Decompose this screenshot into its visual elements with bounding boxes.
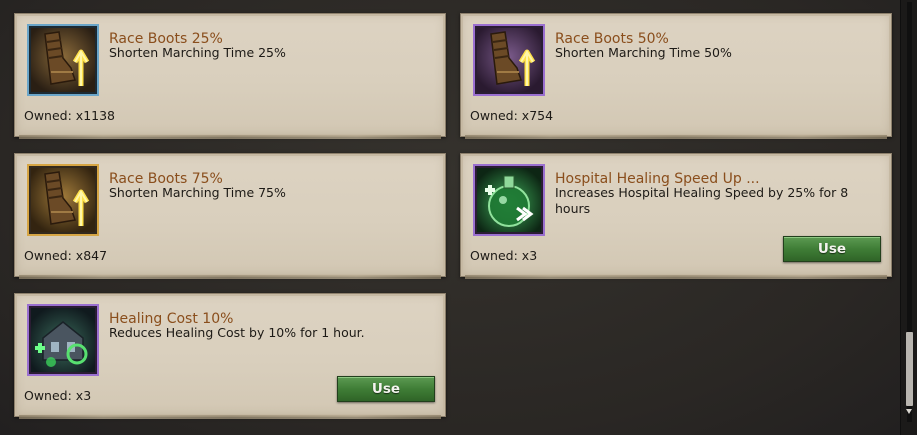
item-icon-frame	[27, 164, 99, 236]
healing-cost-hospital-icon	[31, 308, 95, 372]
item-owned-count: Owned: x3	[24, 388, 92, 403]
race-boots-icon	[31, 28, 95, 92]
scrollbar[interactable]	[900, 0, 917, 435]
use-button[interactable]: Use	[337, 376, 435, 402]
scrollbar-thumb[interactable]	[906, 332, 913, 406]
item-card-race-boots-50[interactable]: Race Boots 50% Shorten Marching Time 50%…	[460, 13, 892, 139]
item-owned-count: Owned: x3	[470, 248, 538, 263]
item-owned-count: Owned: x1138	[24, 108, 116, 123]
item-description: Increases Hospital Healing Speed by 25% …	[555, 185, 849, 216]
item-owned-count: Owned: x847	[24, 248, 108, 263]
healing-speed-potion-icon	[477, 168, 541, 232]
item-description: Shorten Marching Time 75%	[109, 185, 286, 200]
race-boots-icon	[31, 168, 95, 232]
item-icon-frame	[27, 24, 99, 96]
item-icon-frame	[27, 304, 99, 376]
item-description: Reduces Healing Cost by 10% for 1 hour.	[109, 325, 365, 340]
item-owned-count: Owned: x754	[470, 108, 554, 123]
item-icon-frame	[473, 24, 545, 96]
item-card-hospital-healing-speed-up[interactable]: Hospital Healing Speed Up ... Increases …	[460, 153, 892, 279]
use-button[interactable]: Use	[783, 236, 881, 262]
item-card-race-boots-25[interactable]: Race Boots 25% Shorten Marching Time 25%…	[14, 13, 446, 139]
item-list: Race Boots 25% Shorten Marching Time 25%…	[0, 0, 900, 435]
item-description: Shorten Marching Time 25%	[109, 45, 286, 60]
item-card-race-boots-75[interactable]: Race Boots 75% Shorten Marching Time 75%…	[14, 153, 446, 279]
race-boots-icon	[477, 28, 541, 92]
item-card-healing-cost-10[interactable]: Healing Cost 10% Reduces Healing Cost by…	[14, 293, 446, 419]
item-icon-frame	[473, 164, 545, 236]
scroll-down-arrow-icon[interactable]	[906, 409, 912, 414]
item-description: Shorten Marching Time 50%	[555, 45, 732, 60]
